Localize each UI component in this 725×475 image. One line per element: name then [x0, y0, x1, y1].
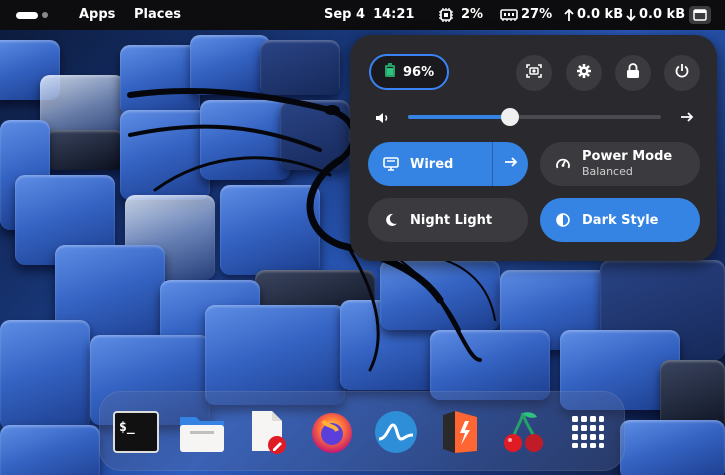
lock-icon — [626, 63, 640, 83]
dock-app-text-editor[interactable] — [244, 408, 292, 456]
wired-menu-button[interactable] — [492, 142, 528, 186]
quick-settings-panel: 96% Wired Power Mode Balanced Night Ligh… — [350, 35, 717, 261]
dark-style-icon — [554, 213, 572, 227]
folder-icon — [178, 411, 226, 453]
power-mode-toggle[interactable]: Power Mode Balanced — [540, 142, 700, 186]
cpu-usage-value[interactable]: 2% — [461, 7, 483, 22]
screenshot-button[interactable] — [516, 55, 552, 91]
dock-app-cherrytree[interactable] — [500, 408, 548, 456]
dock-app-firefox[interactable] — [308, 408, 356, 456]
dock-app-files[interactable] — [178, 408, 226, 456]
places-menu[interactable]: Places — [134, 7, 181, 22]
cherry-icon — [501, 409, 547, 455]
power-mode-gauge-icon — [554, 156, 572, 172]
settings-button[interactable] — [566, 55, 602, 91]
cpu-icon — [438, 7, 454, 23]
wireshark-icon — [373, 409, 419, 455]
time-label: 14:21 — [373, 7, 415, 22]
terminal-icon: $_ — [113, 411, 159, 453]
upload-arrow-icon — [564, 8, 574, 22]
download-arrow-icon — [626, 8, 636, 22]
volume-slider-fill — [408, 115, 511, 119]
download-speed-value[interactable]: 0.0 kB — [639, 7, 685, 22]
date-label: Sep 4 — [324, 7, 366, 22]
activities-button[interactable] — [16, 11, 56, 19]
power-mode-subtitle: Balanced — [582, 164, 633, 178]
speaker-icon[interactable] — [375, 110, 391, 130]
clock-button[interactable]: Sep 4 14:21 — [324, 7, 414, 22]
screenshot-icon — [526, 63, 542, 83]
power-button[interactable] — [664, 55, 700, 91]
volume-output-arrow-icon[interactable] — [680, 109, 694, 128]
firefox-icon — [309, 409, 355, 455]
power-icon — [674, 63, 690, 83]
burpsuite-icon — [439, 409, 481, 455]
workspace-indicator — [42, 12, 48, 18]
moon-icon — [382, 213, 400, 227]
gear-icon — [576, 63, 592, 83]
memory-icon — [500, 8, 518, 22]
dock-app-terminal[interactable]: $_ — [112, 408, 160, 456]
text-editor-icon — [246, 409, 290, 455]
top-bar: Apps Places Sep 4 14:21 2% 27% 0.0 kB 0.… — [0, 0, 725, 30]
svg-text:$_: $_ — [119, 420, 135, 435]
volume-slider[interactable] — [408, 108, 661, 126]
wired-network-icon — [382, 157, 400, 171]
dark-style-label: Dark Style — [582, 212, 659, 228]
upload-speed-value[interactable]: 0.0 kB — [577, 7, 623, 22]
volume-slider-handle[interactable] — [501, 108, 520, 126]
dock-app-burp-suite[interactable] — [436, 408, 484, 456]
dock: $_ — [99, 391, 625, 471]
app-grid-icon — [571, 415, 605, 449]
night-light-toggle[interactable]: Night Light — [368, 198, 528, 242]
wired-network-toggle[interactable]: Wired — [368, 142, 528, 186]
wired-label: Wired — [410, 156, 454, 172]
apps-menu[interactable]: Apps — [79, 7, 115, 22]
battery-button[interactable]: 96% — [369, 54, 449, 90]
dock-show-apps-button[interactable] — [564, 408, 612, 456]
battery-icon — [385, 63, 395, 81]
workspace-active-indicator — [16, 11, 38, 19]
battery-percentage: 96% — [403, 64, 435, 80]
arrow-right-icon — [504, 155, 518, 173]
memory-usage-value[interactable]: 27% — [521, 7, 552, 22]
dock-app-wireshark[interactable] — [372, 408, 420, 456]
system-menu-icon[interactable] — [689, 6, 711, 24]
power-mode-label: Power Mode — [582, 148, 673, 164]
dark-style-toggle[interactable]: Dark Style — [540, 198, 700, 242]
lock-button[interactable] — [615, 55, 651, 91]
night-light-label: Night Light — [410, 212, 493, 228]
